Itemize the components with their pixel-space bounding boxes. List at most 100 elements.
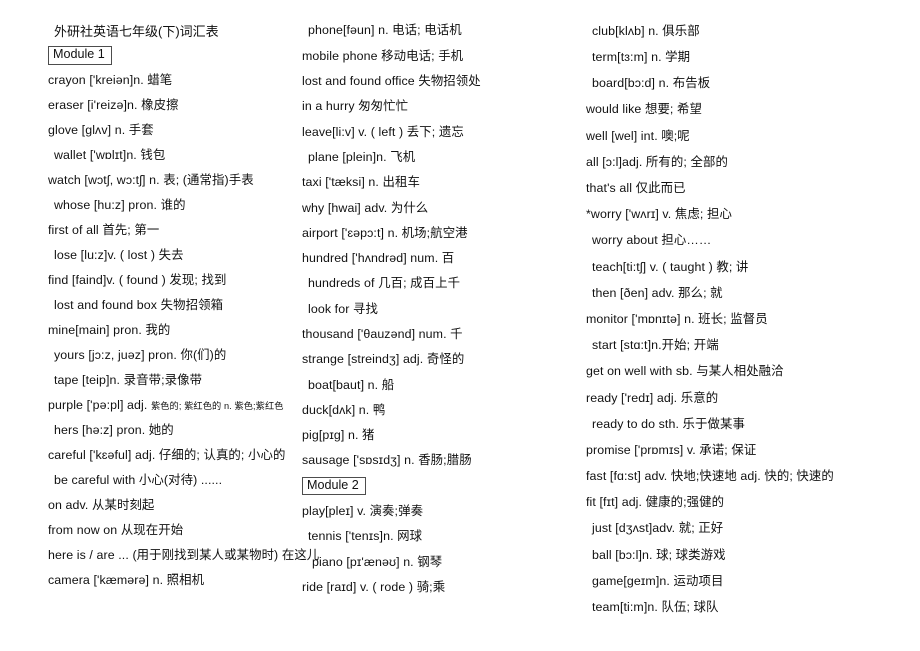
vocabulary-entry-text: ride [raɪd] v. ( rode ) 骑;乘 — [302, 579, 446, 594]
vocabulary-entry: in a hurry 匆匆忙忙 — [302, 94, 582, 119]
vocabulary-entry-text: worry about 担心…… — [592, 233, 712, 248]
vocabulary-entry-text: duck[dʌk] n. 鸭 — [302, 402, 386, 417]
vocabulary-entry: first of all 首先; 第一 — [48, 218, 300, 243]
vocabulary-entry: find [faind]v. ( found ) 发现; 找到 — [48, 268, 300, 293]
vocabulary-entry-text: careful ['kɛəful] adj. 仔细的; 认真的; 小心的 — [48, 448, 286, 463]
vocabulary-entry: fit [fɪt] adj. 健康的;强健的 — [586, 489, 880, 515]
vocabulary-entry-text: airport ['ɛəpɔ:t] n. 机场;航空港 — [302, 225, 468, 240]
vocabulary-entry: get on well with sb. 与某人相处融洽 — [586, 358, 880, 384]
vocabulary-entry-text: on adv. 从某时刻起 — [48, 498, 155, 513]
vocabulary-entry-text: would like 想要; 希望 — [586, 102, 702, 117]
vocabulary-entry: would like 想要; 希望 — [586, 97, 880, 123]
vocabulary-entry-text: purple ['pə:pl] adj. 紫色的; 紫红色的 n. 紫色;紫红色 — [48, 399, 284, 411]
vocabulary-entry: yours [jɔ:z, juəz] pron. 你(们)的 — [48, 343, 300, 368]
vocabulary-entry: thousand ['θauzənd] num. 千 — [302, 322, 582, 347]
vocabulary-entry-text: get on well with sb. 与某人相处融洽 — [586, 364, 784, 379]
vocabulary-entry-text: whose [hu:z] pron. 谁的 — [54, 198, 186, 213]
vocabulary-entry: piano [pɪ'ænəʊ] n. 钢琴 — [302, 549, 582, 574]
vocabulary-entry: watch [wɔtʃ, wɔ:tʃ] n. 表; (通常指)手表 — [48, 168, 300, 193]
vocabulary-entry-text: pig[pɪg] n. 猪 — [302, 428, 375, 443]
vocabulary-entry: then [ðen] adv. 那么; 就 — [586, 280, 880, 306]
vocabulary-entry: strange [streindʒ] adj. 奇怪的 — [302, 347, 582, 372]
vocabulary-entry: game[geɪm]n. 运动项目 — [586, 568, 880, 594]
vocabulary-entry: purple ['pə:pl] adj. 紫色的; 紫红色的 n. 紫色;紫红色 — [48, 393, 300, 418]
vocabulary-entry: promise ['prɒmɪs] v. 承诺; 保证 — [586, 437, 880, 463]
vocabulary-entry: airport ['ɛəpɔ:t] n. 机场;航空港 — [302, 220, 582, 245]
vocabulary-entry-text: piano [pɪ'ænəʊ] n. 钢琴 — [312, 554, 443, 569]
vocabulary-entry: hundreds of 几百; 成百上千 — [302, 271, 582, 296]
module-heading: Module 1 — [48, 43, 300, 68]
vocabulary-entry: here is / are ... (用于刚找到某人或某物时) 在这儿 — [48, 543, 319, 568]
vocabulary-entry: phone[fəun] n. 电话; 电话机 — [302, 18, 582, 43]
vocabulary-entry: on adv. 从某时刻起 — [48, 493, 300, 518]
vocabulary-entry: pig[pɪg] n. 猪 — [302, 423, 582, 448]
vocabulary-entry-text: well [wel] int. 噢;呢 — [586, 128, 690, 143]
vocabulary-entry: that's all 仅此而已 — [586, 175, 880, 201]
vocabulary-entry-text: monitor ['mɒnɪtə] n. 班长; 监督员 — [586, 311, 768, 326]
vocabulary-entry: all [ɔ:l]adj. 所有的; 全部的 — [586, 149, 880, 175]
vocabulary-entry-text: yours [jɔ:z, juəz] pron. 你(们)的 — [54, 348, 227, 363]
vocabulary-entry-text: crayon ['kreiən]n. 蜡笔 — [48, 73, 173, 88]
vocabulary-entry-text: tape [teip]n. 录音带;录像带 — [54, 373, 203, 388]
vocabulary-entry-text: leave[li:v] v. ( left ) 丢下; 遗忘 — [302, 124, 464, 139]
vocabulary-entry: board[bɔ:d] n. 布告板 — [586, 70, 880, 96]
vocabulary-entry: ball [bɔ:l]n. 球; 球类游戏 — [586, 542, 880, 568]
vocabulary-entry: hundred ['hʌndrəd] num. 百 — [302, 246, 582, 271]
vocabulary-entry-text: lost and found office 失物招领处 — [302, 74, 481, 89]
vocabulary-entry: play[pleɪ] v. 演奏;弹奏 — [302, 499, 582, 524]
vocabulary-entry-text: glove [glʌv] n. 手套 — [48, 123, 154, 138]
page-title: 外研社英语七年级(下)词汇表 — [48, 18, 300, 43]
vocabulary-entry: lost and found office 失物招领处 — [302, 69, 582, 94]
vocabulary-entry-text: wallet ['wɒlɪt]n. 钱包 — [54, 148, 166, 163]
vocabulary-entry-text: ball [bɔ:l]n. 球; 球类游戏 — [592, 547, 726, 562]
vocabulary-entry-text: be careful with 小心(对待) ...... — [54, 473, 223, 488]
vocabulary-entry: duck[dʌk] n. 鸭 — [302, 397, 582, 422]
vocabulary-entry: club[klʌb] n. 俱乐部 — [586, 18, 880, 44]
vocabulary-entry-text: hundreds of 几百; 成百上千 — [308, 276, 461, 291]
vocabulary-entry: crayon ['kreiən]n. 蜡笔 — [48, 68, 300, 93]
vocabulary-entry: eraser [i'reizə]n. 橡皮擦 — [48, 93, 300, 118]
vocabulary-entry-text: club[klʌb] n. 俱乐部 — [592, 23, 700, 38]
vocabulary-entry: teach[ti:tʃ] v. ( taught ) 教; 讲 — [586, 254, 880, 280]
vocabulary-entry-text: look for 寻找 — [308, 301, 378, 316]
vocabulary-entry-text: teach[ti:tʃ] v. ( taught ) 教; 讲 — [592, 259, 749, 274]
vocabulary-list-page: 外研社英语七年级(下)词汇表 Module 1 crayon ['kreiən]n.… — [0, 0, 920, 651]
vocabulary-entry-text: tennis ['tenɪs]n. 网球 — [308, 529, 423, 544]
vocabulary-entry: leave[li:v] v. ( left ) 丢下; 遗忘 — [302, 119, 582, 144]
vocabulary-entry-text: ready to do sth. 乐于做某事 — [592, 416, 746, 431]
vocabulary-entry-text: taxi ['tæksi] n. 出租车 — [302, 175, 420, 190]
vocabulary-entry-text: here is / are ... (用于刚找到某人或某物时) 在这儿 — [48, 548, 320, 563]
vocabulary-entry-text: fast [fɑ:st] adv. 快地;快速地 adj. 快的; 快速的 — [586, 469, 834, 484]
vocabulary-entry: camera ['kæmərə] n. 照相机 — [48, 568, 300, 593]
columns-container: 外研社英语七年级(下)词汇表 Module 1 crayon ['kreiən]n.… — [0, 0, 920, 651]
vocabulary-entry: sausage ['sɒsɪdʒ] n. 香肠;腊肠 — [302, 448, 582, 473]
page-title-text: 外研社英语七年级(下)词汇表 — [54, 24, 219, 39]
vocabulary-entry-text: mine[main] pron. 我的 — [48, 323, 171, 338]
vocabulary-entry-text: ready ['redɪ] adj. 乐意的 — [586, 390, 719, 405]
vocabulary-entry: start [stɑ:t]n.开始; 开端 — [586, 332, 880, 358]
vocabulary-entry-text: plane [plein]n. 飞机 — [308, 149, 416, 164]
vocabulary-entry-text: from now on 从现在开始 — [48, 523, 184, 538]
vocabulary-entry-text: boat[baut] n. 船 — [308, 377, 395, 392]
vocabulary-entry-text: in a hurry 匆匆忙忙 — [302, 99, 409, 114]
vocabulary-entry: boat[baut] n. 船 — [302, 372, 582, 397]
vocabulary-entry-text: board[bɔ:d] n. 布告板 — [592, 76, 711, 91]
vocabulary-entry: tennis ['tenɪs]n. 网球 — [302, 524, 582, 549]
vocabulary-entry-text: eraser [i'reizə]n. 橡皮擦 — [48, 98, 179, 113]
module-heading: Module 2 — [302, 473, 582, 498]
vocabulary-entry-text: watch [wɔtʃ, wɔ:tʃ] n. 表; (通常指)手表 — [48, 173, 254, 188]
vocabulary-entry-text: fit [fɪt] adj. 健康的;强健的 — [586, 495, 725, 510]
vocabulary-entry: ride [raɪd] v. ( rode ) 骑;乘 — [302, 575, 582, 600]
vocabulary-entry: lost and found box 失物招领箱 — [48, 293, 300, 318]
vocabulary-entry: why [hwai] adv. 为什么 — [302, 195, 582, 220]
vocabulary-entry: just [dʒʌst]adv. 就; 正好 — [586, 516, 880, 542]
module-label: Module 2 — [302, 476, 366, 496]
vocabulary-entry: taxi ['tæksi] n. 出租车 — [302, 170, 582, 195]
vocabulary-entry-text: term[tɜ:m] n. 学期 — [592, 50, 691, 65]
vocabulary-entry-text: *worry ['wʌrɪ] v. 焦虑; 担心 — [586, 207, 732, 222]
vocabulary-entry-text: phone[fəun] n. 电话; 电话机 — [308, 23, 462, 38]
entry-headword: purple ['pə:pl] adj. — [48, 398, 151, 413]
vocabulary-entry-text: lost and found box 失物招领箱 — [54, 298, 224, 313]
vocabulary-entry: be careful with 小心(对待) ...... — [48, 468, 300, 493]
vocabulary-entry-text: mobile phone 移动电话; 手机 — [302, 48, 464, 63]
